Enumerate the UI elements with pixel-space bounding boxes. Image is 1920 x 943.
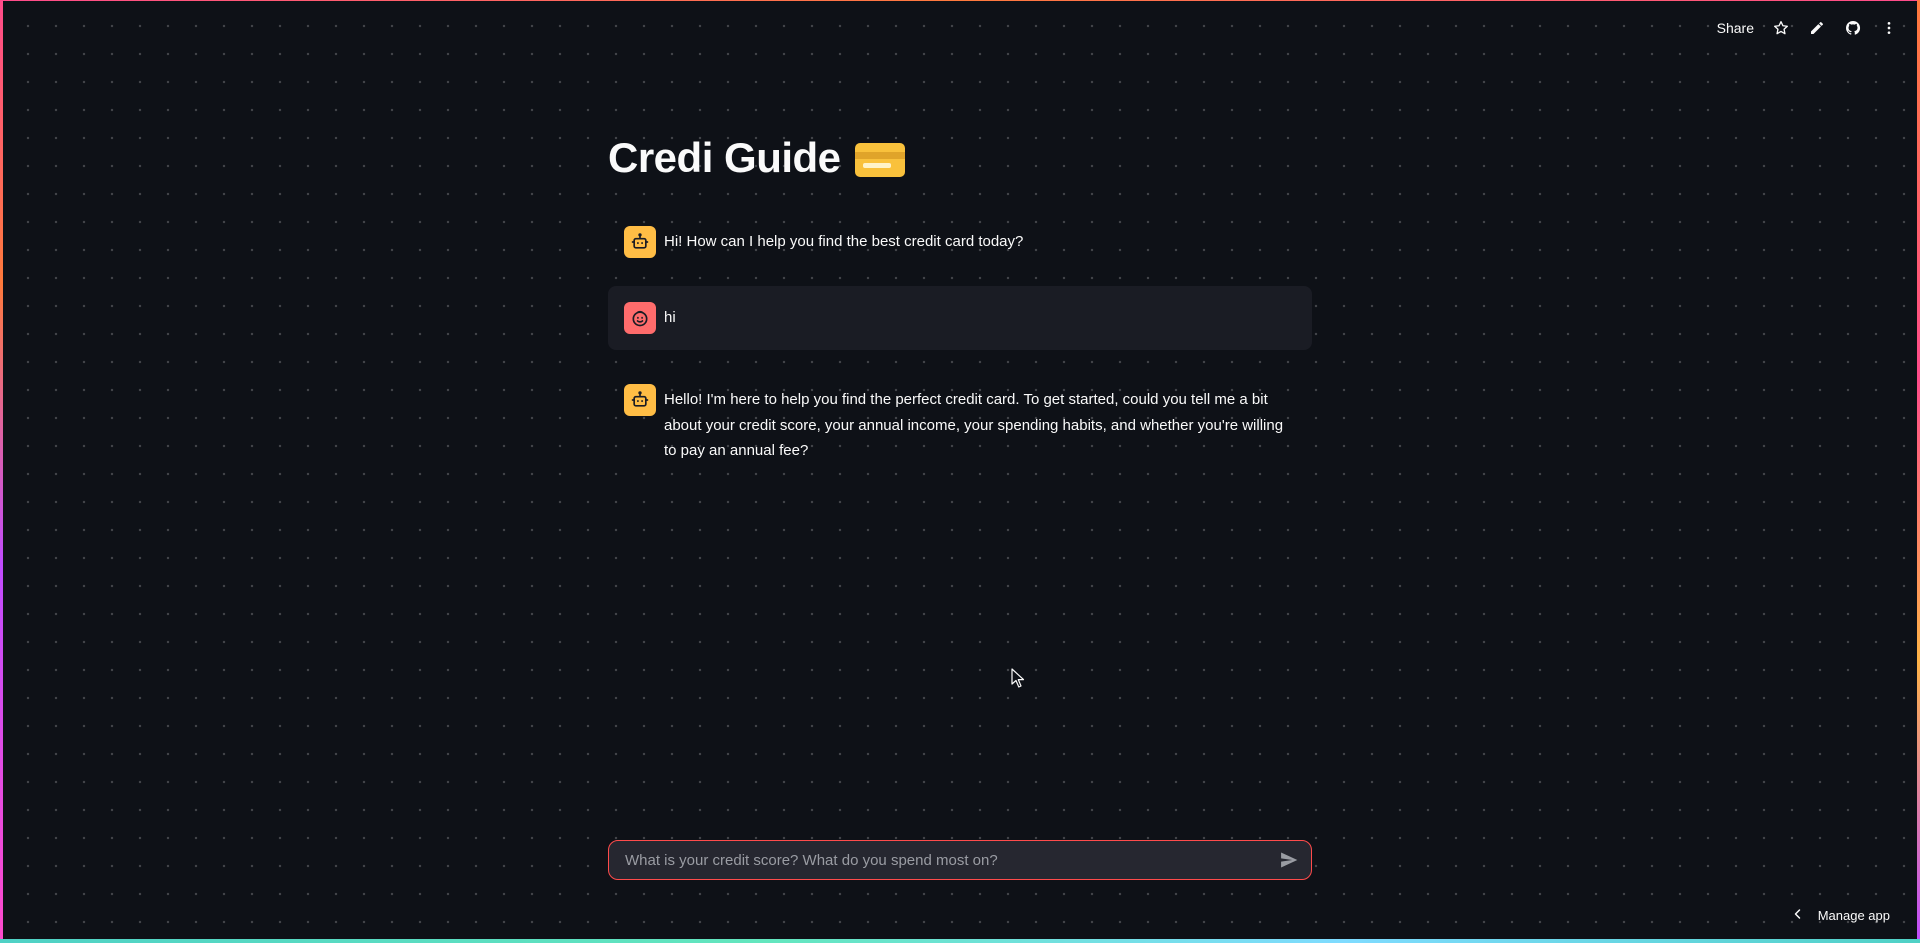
manage-app-button[interactable]: Manage app xyxy=(1792,908,1890,923)
more-vertical-icon[interactable] xyxy=(1880,19,1898,37)
message-text: Hello! I'm here to help you find the per… xyxy=(664,391,1284,459)
message-text: hi xyxy=(664,309,676,326)
github-icon[interactable] xyxy=(1844,19,1862,37)
frame-edge-top xyxy=(0,0,1920,1)
credit-card-icon xyxy=(854,143,905,177)
star-icon[interactable] xyxy=(1772,19,1790,37)
chat-input-container xyxy=(608,840,1312,880)
chat-input[interactable] xyxy=(609,841,1271,879)
chat-message-assistant: Hello! I'm here to help you find the per… xyxy=(608,368,1312,480)
robot-icon xyxy=(624,226,656,258)
send-icon[interactable] xyxy=(1271,842,1307,878)
chat-message-assistant: Hi! How can I help you find the best cre… xyxy=(608,210,1312,274)
pencil-icon[interactable] xyxy=(1808,19,1826,37)
main-column: Credi Guide Hi! How can I help you find … xyxy=(608,128,1312,480)
manage-app-label: Manage app xyxy=(1817,908,1890,923)
page-title: Credi Guide xyxy=(608,128,1312,188)
page-title-text: Credi Guide xyxy=(608,134,841,181)
chevron-left-icon xyxy=(1792,908,1804,923)
message-text: Hi! How can I help you find the best cre… xyxy=(664,233,1024,250)
chat-messages: Hi! How can I help you find the best cre… xyxy=(608,210,1312,480)
chat-message-user: hi xyxy=(608,286,1312,350)
share-button[interactable]: Share xyxy=(1717,20,1754,36)
frame-edge-bottom xyxy=(0,939,1920,943)
frame-edge-left xyxy=(0,0,3,943)
robot-icon xyxy=(624,384,656,416)
smile-face-icon xyxy=(624,302,656,334)
mouse-cursor-icon xyxy=(1011,668,1025,688)
header-toolbar: Share xyxy=(1717,14,1898,42)
app-frame: Share Credi Guide Hi! How can I help you… xyxy=(0,0,1920,943)
